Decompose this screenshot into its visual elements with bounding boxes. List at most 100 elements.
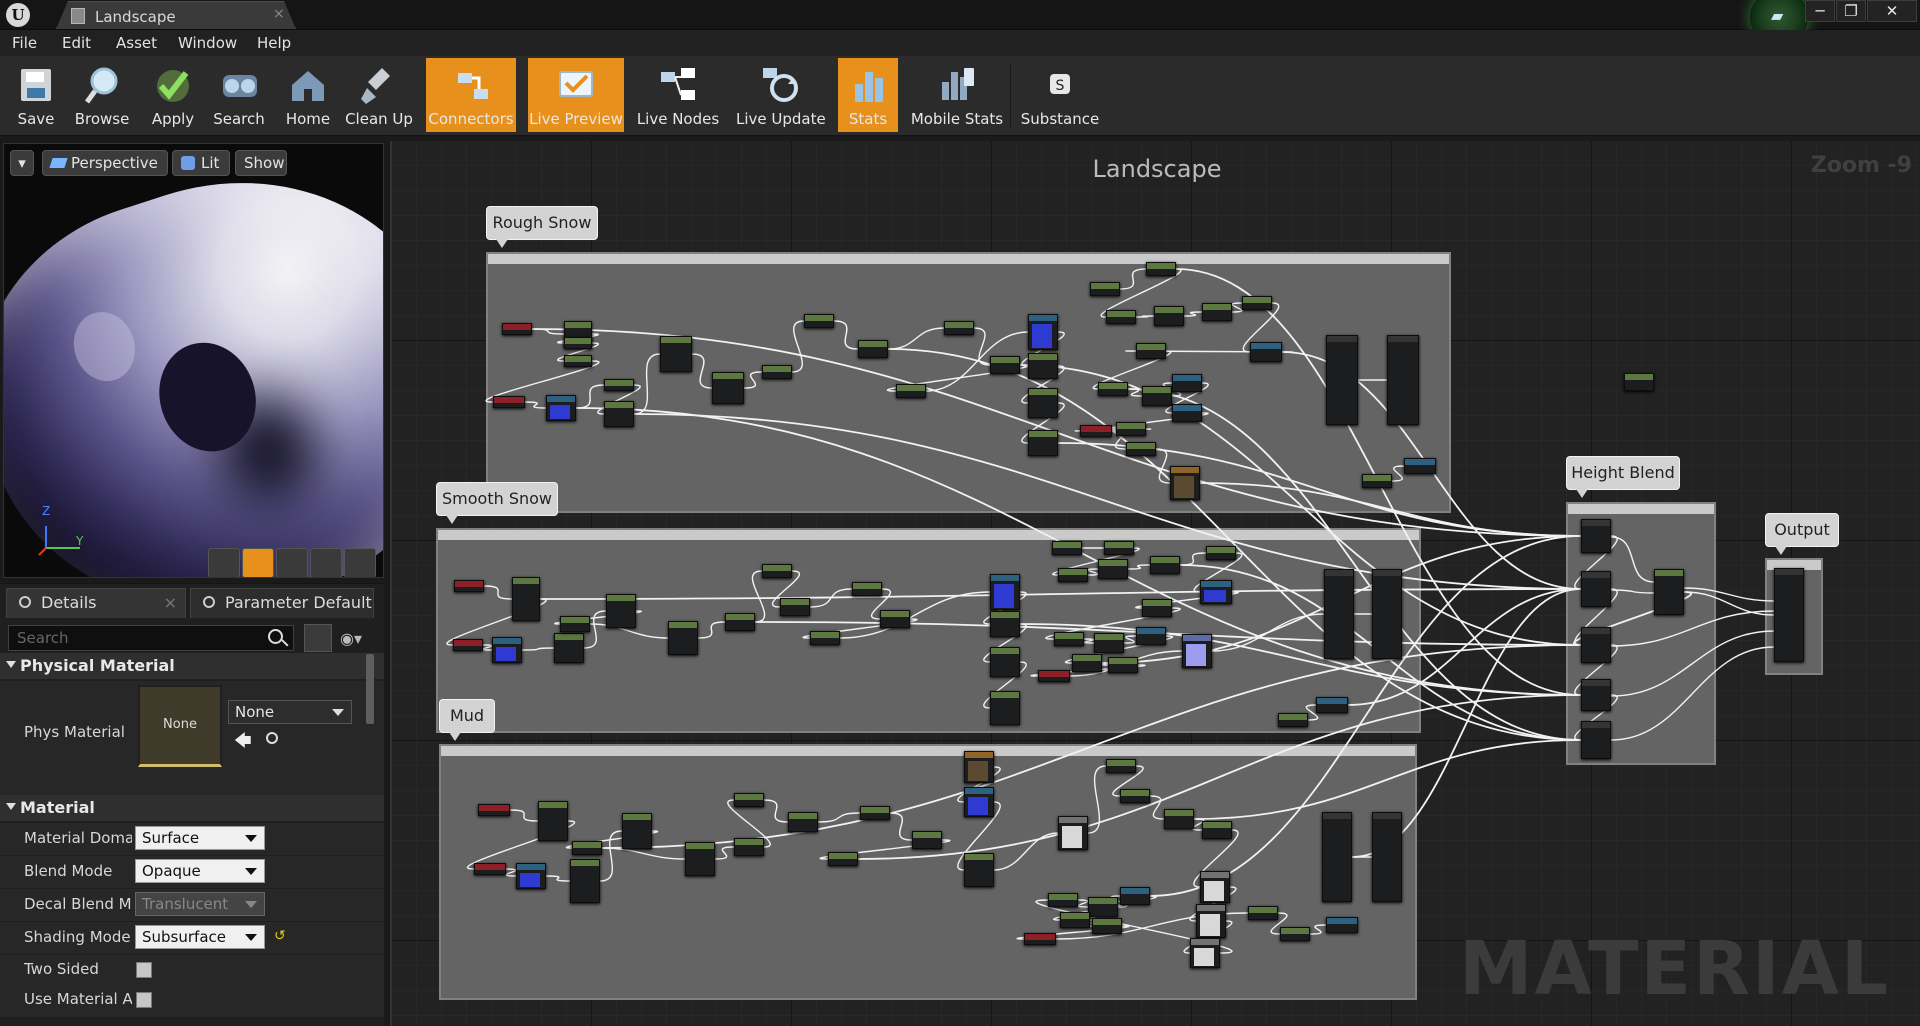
material-node[interactable] <box>1164 809 1194 829</box>
material-node[interactable] <box>1154 306 1184 326</box>
material-node[interactable] <box>538 801 568 841</box>
material-node[interactable] <box>852 582 882 596</box>
close-details-tab-icon[interactable]: × <box>164 589 177 617</box>
material-node[interactable] <box>606 594 636 628</box>
material-node[interactable] <box>1028 314 1058 350</box>
material-node[interactable] <box>1654 569 1684 615</box>
material-node[interactable] <box>1242 296 1272 310</box>
custom-mesh-preview-button[interactable] <box>344 548 376 577</box>
lit-button[interactable]: Lit <box>172 150 230 176</box>
material-node[interactable] <box>1206 546 1236 560</box>
material-node[interactable] <box>1120 789 1150 803</box>
material-node[interactable] <box>1142 386 1172 406</box>
material-node[interactable] <box>964 787 994 817</box>
restore-window-button[interactable]: ❐ <box>1836 0 1866 22</box>
material-node[interactable] <box>1372 812 1402 902</box>
material-graph-canvas[interactable]: Landscape Zoom -9 MATERIAL Rough Snow Sm… <box>390 141 1920 1026</box>
material-node[interactable] <box>712 372 744 404</box>
material-section[interactable]: Material <box>0 795 384 821</box>
details-scrollbar[interactable] <box>366 654 374 724</box>
menu-edit[interactable]: Edit <box>62 34 91 52</box>
material-node[interactable] <box>1150 556 1180 574</box>
material-node[interactable] <box>1028 430 1058 456</box>
material-node[interactable] <box>990 611 1020 637</box>
material-node[interactable] <box>474 863 506 875</box>
material-node[interactable] <box>1322 812 1352 902</box>
material-node[interactable] <box>1316 697 1348 713</box>
material-node[interactable] <box>1182 634 1212 668</box>
material-node[interactable] <box>1372 569 1402 659</box>
material-node[interactable] <box>1202 303 1232 321</box>
material-node[interactable] <box>502 323 532 335</box>
material-node[interactable] <box>1172 374 1202 392</box>
details-search-input[interactable]: Search <box>8 625 294 651</box>
substance-button[interactable]: S Substance <box>1014 58 1106 132</box>
material-node[interactable] <box>1058 568 1088 582</box>
browse-asset-icon[interactable] <box>266 732 278 744</box>
phys-material-dropdown[interactable]: None <box>228 700 352 724</box>
material-node[interactable] <box>660 336 692 372</box>
material-node[interactable] <box>1054 632 1084 646</box>
material-node[interactable] <box>622 813 652 849</box>
material-node[interactable] <box>560 616 590 632</box>
material-node[interactable] <box>1052 541 1082 555</box>
material-node[interactable] <box>570 859 600 903</box>
material-node[interactable] <box>1106 310 1136 324</box>
search-icon[interactable] <box>268 629 283 644</box>
material-node[interactable] <box>1280 927 1310 941</box>
plane-preview-button[interactable] <box>276 548 308 577</box>
material-node[interactable] <box>1200 580 1232 604</box>
material-node[interactable] <box>564 355 592 367</box>
material-node[interactable] <box>554 633 584 663</box>
material-node[interactable] <box>1581 519 1611 553</box>
material-node[interactable] <box>1202 821 1232 839</box>
material-node[interactable] <box>685 842 715 876</box>
menu-window[interactable]: Window <box>178 34 237 52</box>
material-node[interactable] <box>604 379 634 391</box>
material-node[interactable] <box>1120 887 1150 905</box>
material-node[interactable] <box>1172 404 1202 422</box>
minimize-window-button[interactable]: ─ <box>1805 0 1835 22</box>
material-node[interactable] <box>990 691 1020 725</box>
material-node[interactable] <box>858 340 888 358</box>
perspective-button[interactable]: Perspective <box>42 150 168 176</box>
material-node[interactable] <box>1200 871 1230 903</box>
live-nodes-button[interactable]: Live Nodes <box>630 58 726 132</box>
sphere-preview-button[interactable] <box>242 548 274 577</box>
material-node[interactable] <box>1324 569 1354 659</box>
two-sided-checkbox[interactable] <box>136 962 152 978</box>
material-node[interactable] <box>1190 938 1220 968</box>
material-node[interactable] <box>990 356 1020 374</box>
material-node[interactable] <box>912 831 942 849</box>
material-node[interactable] <box>1624 373 1654 391</box>
mobile-stats-button[interactable]: Mobile Stats <box>908 58 1006 132</box>
material-node[interactable] <box>1326 917 1358 933</box>
material-node[interactable] <box>1090 282 1120 296</box>
material-node[interactable] <box>1248 906 1278 920</box>
material-node[interactable] <box>1126 442 1156 456</box>
material-node[interactable] <box>860 806 890 820</box>
material-node[interactable] <box>546 395 576 421</box>
material-node[interactable] <box>512 577 540 621</box>
material-node[interactable] <box>1116 422 1146 436</box>
material-node[interactable] <box>1146 262 1176 276</box>
viewport-options-button[interactable]: ▾ <box>10 150 34 176</box>
use-selected-arrow-icon[interactable]: 🡄 <box>234 728 252 757</box>
material-node[interactable] <box>788 812 818 832</box>
material-node[interactable] <box>990 647 1020 677</box>
material-node[interactable] <box>493 396 525 408</box>
material-node[interactable] <box>1581 571 1611 607</box>
reset-to-default-icon[interactable]: ↺ <box>274 928 286 944</box>
material-node[interactable] <box>810 631 840 645</box>
stats-button[interactable]: Stats <box>838 58 898 132</box>
material-node[interactable] <box>944 321 974 335</box>
material-node[interactable] <box>1250 342 1282 362</box>
graduation-cap-icon[interactable]: ▰ <box>1771 6 1783 25</box>
material-node[interactable] <box>734 838 764 856</box>
material-node[interactable] <box>1080 425 1112 437</box>
property-matrix-icon[interactable] <box>304 624 332 652</box>
material-node[interactable] <box>762 564 792 578</box>
home-button[interactable]: Home <box>276 58 340 132</box>
material-node[interactable] <box>1028 388 1058 418</box>
tab-details[interactable]: Details × <box>6 588 186 618</box>
